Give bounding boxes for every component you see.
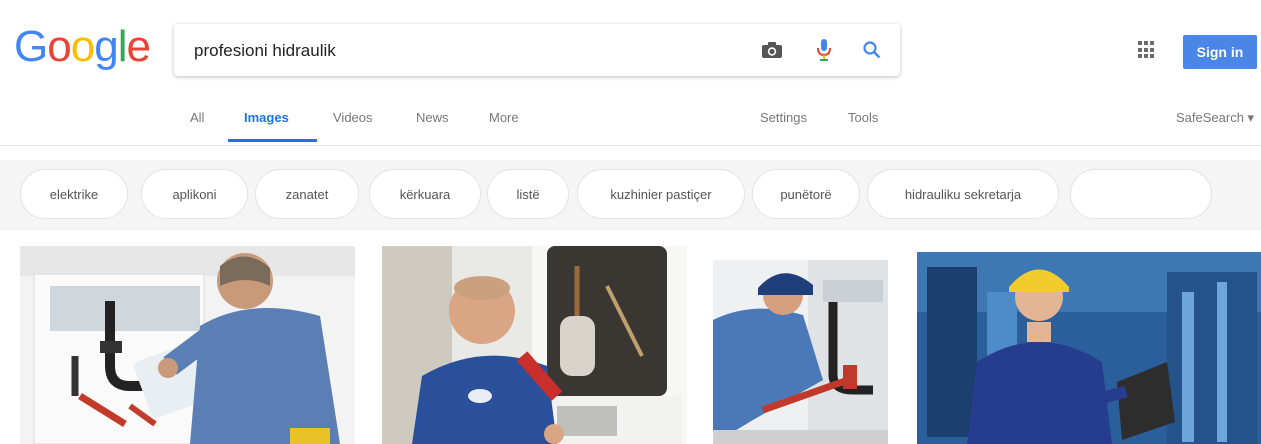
tab-news[interactable]: News <box>416 110 449 125</box>
tab-images[interactable]: Images <box>244 110 289 125</box>
search-input[interactable] <box>192 24 736 78</box>
worker-laptop-image[interactable] <box>917 252 1261 444</box>
chip-punetore[interactable]: punëtorë <box>752 169 860 219</box>
logo-letter: o <box>47 22 72 71</box>
apps-grid-icon[interactable] <box>1138 41 1156 59</box>
search-tabs: All Images Videos News More Settings Too… <box>0 100 1261 144</box>
chip-kuzhinier-pasticer[interactable]: kuzhinier pastiçer <box>577 169 745 219</box>
google-logo[interactable]: Google <box>14 22 151 72</box>
tab-videos[interactable]: Videos <box>333 110 373 125</box>
chip-hidrauliku-sekretarja[interactable]: hidrauliku sekretarja <box>867 169 1059 219</box>
chip-more[interactable] <box>1070 169 1212 219</box>
camera-icon[interactable] <box>760 38 784 62</box>
mic-icon[interactable] <box>812 38 836 62</box>
tab-all[interactable]: All <box>190 110 204 125</box>
chip-aplikoni[interactable]: aplikoni <box>141 169 248 219</box>
logo-letter: g <box>94 22 119 71</box>
chip-zanatet[interactable]: zanatet <box>255 169 359 219</box>
chip-elektrike[interactable]: elektrike <box>20 169 128 219</box>
search-icon[interactable] <box>860 38 884 62</box>
search-box <box>174 24 900 78</box>
chip-kerkuara[interactable]: kërkuara <box>369 169 481 219</box>
logo-letter: e <box>126 22 151 71</box>
sign-in-button[interactable]: Sign in <box>1183 35 1257 69</box>
header-bar: Google Sign in All Images Videos News Mo… <box>0 0 1261 146</box>
tab-more[interactable]: More <box>489 110 519 125</box>
plumber-sink-image[interactable] <box>20 246 355 444</box>
related-searches-bar: elektrike aplikoni zanatet kërkuara list… <box>0 160 1261 230</box>
logo-letter: l <box>117 22 128 71</box>
tools-link[interactable]: Tools <box>848 110 878 125</box>
active-tab-indicator <box>228 139 317 142</box>
logo-letter: o <box>70 22 96 71</box>
settings-link[interactable]: Settings <box>760 110 807 125</box>
logo-letter: G <box>14 22 48 71</box>
technician-image[interactable] <box>382 246 687 444</box>
plumber-wrench-image[interactable] <box>713 260 888 444</box>
image-results-grid <box>0 246 1261 444</box>
chip-liste[interactable]: listë <box>487 169 569 219</box>
safesearch-dropdown[interactable]: SafeSearch ▾ <box>1176 110 1254 126</box>
